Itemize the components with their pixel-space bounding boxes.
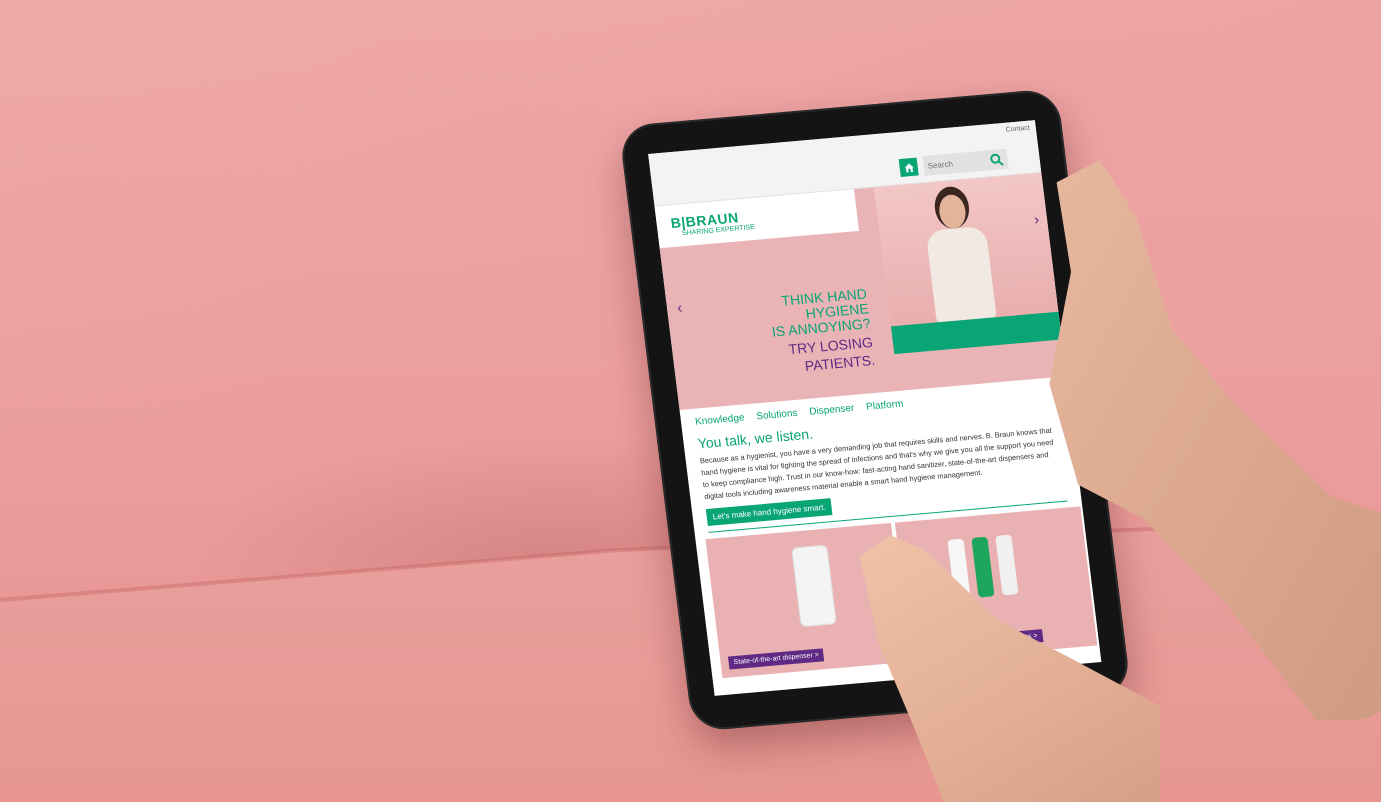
home-button[interactable] bbox=[898, 157, 919, 178]
search-icon[interactable] bbox=[989, 152, 1005, 167]
woman-head bbox=[937, 193, 968, 230]
search-box bbox=[922, 148, 1009, 177]
hero-banner: B|BRAUN SHARING EXPERTISE ‹ › THINK HAND… bbox=[654, 172, 1067, 411]
woman-blouse bbox=[925, 225, 997, 323]
tab-knowledge[interactable]: Knowledge bbox=[694, 412, 745, 427]
bottle-image bbox=[995, 534, 1019, 596]
tablet-device: Contact B|BRAUN SHARING EXPERTISE ‹ › bbox=[618, 88, 1132, 732]
dispenser-card-label[interactable]: State-of-the-art dispenser > bbox=[727, 648, 825, 670]
search-input[interactable] bbox=[922, 150, 993, 177]
tab-platform[interactable]: Platform bbox=[866, 399, 904, 413]
dispenser-image bbox=[791, 544, 837, 628]
hero-photo-woman bbox=[873, 172, 1059, 327]
tab-dispenser[interactable]: Dispenser bbox=[809, 403, 855, 418]
carousel-prev-arrow[interactable]: ‹ bbox=[676, 300, 683, 317]
hero-headline: THINK HAND HYGIENE IS ANNOYING? TRY LOSI… bbox=[716, 285, 876, 381]
contact-link[interactable]: Contact bbox=[1005, 125, 1030, 134]
bottle-image bbox=[971, 536, 995, 598]
home-icon bbox=[904, 162, 914, 172]
tab-solutions[interactable]: Solutions bbox=[756, 408, 798, 423]
